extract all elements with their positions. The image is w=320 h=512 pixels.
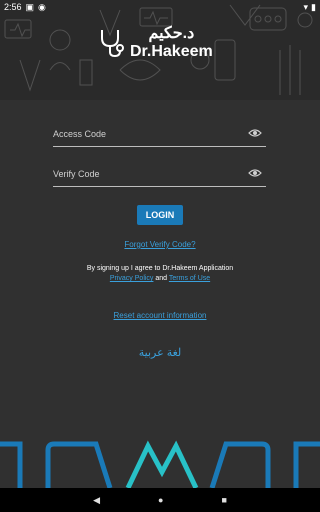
back-icon[interactable]: ◀ [93,495,100,506]
header-banner: د.حكيم Dr.Hakeem [0,0,320,100]
dr-hakeem-logo: د.حكيم Dr.Hakeem [98,26,213,60]
wifi-icon: ▾ [303,1,309,12]
arabic-language-link[interactable]: لغة عربية [139,347,182,359]
verify-code-field[interactable] [53,164,266,187]
eye-icon[interactable] [248,128,262,138]
notification-icon-2: ◉ [38,1,46,12]
battery-icon: ▮ [311,1,316,12]
navigation-bar: ◀ ● ■ [0,488,320,512]
recents-icon[interactable]: ■ [221,495,226,505]
reset-row: Reset account information [0,311,320,320]
forgot-verify-link[interactable]: Forgot Verify Code? [124,240,195,249]
access-code-input[interactable] [53,124,233,144]
login-button[interactable]: LOGIN [137,205,183,225]
and-text: and [155,275,168,282]
arabic-row: لغة عربية [0,346,320,359]
privacy-policy-link[interactable]: Privacy Policy [110,275,154,282]
brand-arabic: د.حكيم [148,25,195,42]
notification-icon: ▣ [25,1,35,12]
status-bar: 2:56 ▣ ◉ ▾ ▮ [0,0,320,14]
footer-decoration [0,440,320,488]
eye-icon[interactable] [248,168,262,178]
forgot-verify-row: Forgot Verify Code? [0,240,320,249]
reset-account-link[interactable]: Reset account information [114,311,207,320]
agreement-text: By signing up I agree to Dr.Hakeem Appli… [86,265,234,272]
brand-english: Dr.Hakeem [130,43,213,60]
stethoscope-logo-icon [101,30,124,58]
home-icon[interactable]: ● [158,495,163,505]
status-time: 2:56 [4,2,22,12]
terms-of-use-link[interactable]: Terms of Use [169,275,210,282]
access-code-field[interactable] [53,124,266,147]
verify-code-input[interactable] [53,164,233,184]
policy-row: Privacy Policy and Terms of Use [0,275,320,282]
